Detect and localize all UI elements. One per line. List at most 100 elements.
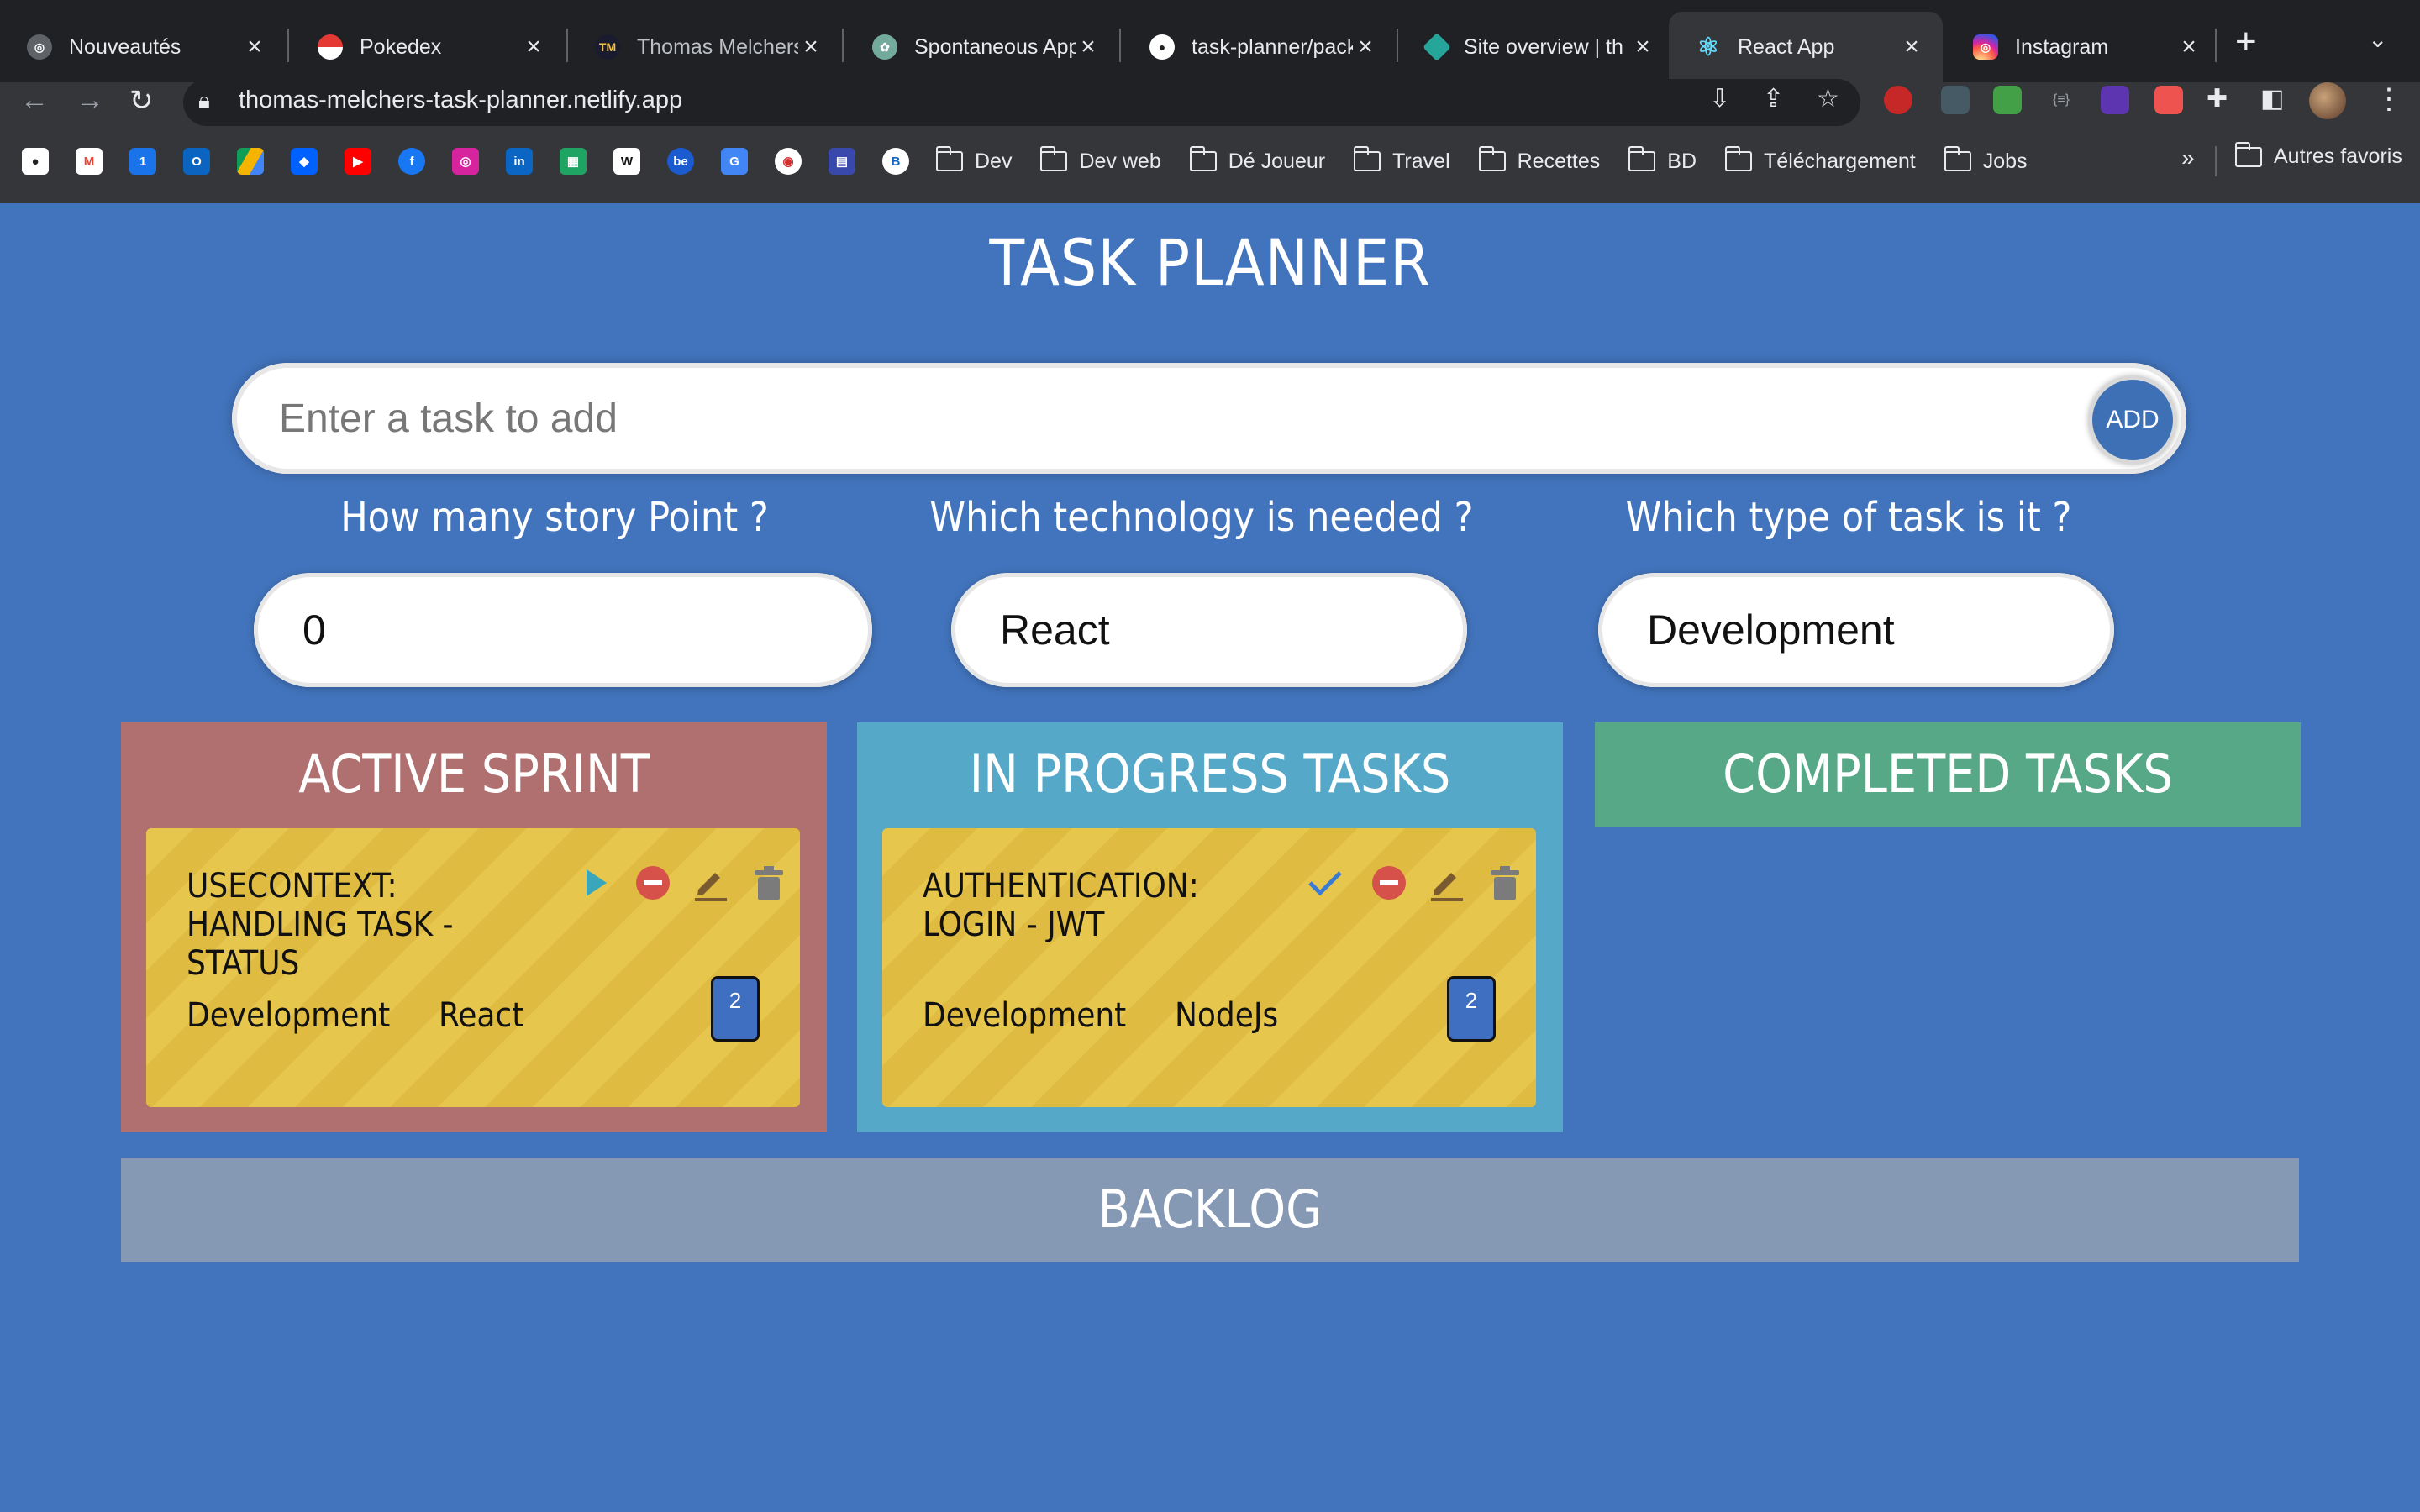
story-points-label: How many story Point ? <box>340 494 769 541</box>
menu-kebab-icon[interactable]: ⋮ <box>2375 82 2403 116</box>
complete-task-check-icon[interactable] <box>1306 864 1344 902</box>
bookmark-folder-dev[interactable]: Dev <box>936 146 1012 174</box>
folder-icon <box>1628 146 1656 171</box>
pokeball-icon <box>318 34 343 60</box>
add-task-button[interactable]: ADD <box>2089 376 2176 464</box>
gmail-icon[interactable]: M <box>76 148 103 175</box>
install-app-icon[interactable]: ⇩ <box>1709 84 1730 113</box>
remove-from-sprint-icon[interactable] <box>634 864 672 902</box>
linkedin-icon[interactable]: in <box>506 148 533 175</box>
facebook-icon[interactable]: f <box>398 148 425 175</box>
task-card[interactable]: USECONTEXT: HANDLING TASK - STATUS Devel… <box>146 828 800 1107</box>
close-icon[interactable]: × <box>1630 33 1655 61</box>
start-task-play-icon[interactable] <box>576 864 615 902</box>
color-picker-extension-icon[interactable] <box>1941 86 1970 114</box>
side-panel-icon[interactable]: ◧ <box>2260 84 2284 113</box>
reddit-icon[interactable]: ◉ <box>775 148 802 175</box>
remove-from-progress-icon[interactable] <box>1370 864 1408 902</box>
tab-site-overview[interactable]: Site overview | th × <box>1400 12 1674 82</box>
tab-task-planner-github[interactable]: ● task-planner/pack × <box>1123 12 1397 82</box>
translate-extension-icon[interactable] <box>1993 86 2022 114</box>
behance-icon[interactable]: be <box>667 148 694 175</box>
bookmarks-overflow-button[interactable]: » <box>2181 144 2195 171</box>
task-input[interactable] <box>279 391 2044 445</box>
story-points-badge: 2 <box>711 976 760 1042</box>
technology-select[interactable]: React <box>951 573 1467 687</box>
stack-extension-icon[interactable] <box>2101 86 2129 114</box>
tab-pokedex[interactable]: Pokedex × <box>291 12 565 82</box>
ublock-extension-icon[interactable] <box>1884 86 1912 114</box>
bookmark-star-icon[interactable]: ☆ <box>1817 84 1839 113</box>
story-points-select[interactable]: 0 <box>254 573 872 687</box>
tm-icon: TM <box>595 34 620 60</box>
bookmarks-separator <box>2215 146 2217 176</box>
tab-spontaneous-app[interactable]: ✿ Spontaneous App × <box>845 12 1119 82</box>
bookmark-folder-dev-web[interactable]: Dev web <box>1040 146 1161 174</box>
close-icon[interactable]: × <box>242 33 267 61</box>
column-title: ACTIVE SPRINT <box>298 743 650 805</box>
bookmark-folder-label: Téléchargement <box>1764 149 1916 173</box>
record-extension-icon[interactable] <box>2154 86 2183 114</box>
instagram-icon[interactable]: ◎ <box>452 148 479 175</box>
edit-pencil-icon[interactable] <box>691 864 729 902</box>
bookmark-folder-travel[interactable]: Travel <box>1354 146 1450 174</box>
close-icon[interactable]: × <box>798 33 823 61</box>
instagram-icon: ◎ <box>1973 34 1998 60</box>
bookmark-app-icon[interactable]: ▤ <box>829 148 855 175</box>
profile-avatar[interactable] <box>2309 82 2346 119</box>
close-icon[interactable]: × <box>521 33 546 61</box>
drive-icon[interactable] <box>237 148 264 175</box>
tab-nouveautes[interactable]: ◎ Nouveautés × <box>0 12 286 82</box>
url-text[interactable]: thomas-melchers-task-planner.netlify.app <box>239 87 682 114</box>
json-extension-icon[interactable]: {≡} <box>2047 86 2075 114</box>
tab-search-chevron-icon[interactable]: ⌄ <box>2368 25 2387 53</box>
bookmark-folder-telechargement[interactable]: Téléchargement <box>1725 146 1916 174</box>
sheets-icon[interactable]: ▦ <box>560 148 587 175</box>
close-icon[interactable]: × <box>1899 33 1924 61</box>
back-arrow-icon[interactable]: ← <box>20 84 49 117</box>
task-type: Development <box>923 996 1127 1035</box>
booking-icon[interactable]: B <box>882 148 909 175</box>
backlog-section[interactable]: BACKLOG <box>121 1158 2299 1262</box>
forward-arrow-icon[interactable]: → <box>76 84 104 117</box>
tab-react-app[interactable]: ⚛ React App × <box>1669 12 1943 82</box>
bookmark-folder-bd[interactable]: BD <box>1628 146 1697 174</box>
in-progress-column: IN PROGRESS TASKS AUTHENTICATION: LOGIN … <box>857 722 1563 1132</box>
tab-title: Spontaneous App <box>914 34 1076 59</box>
outlook-icon[interactable]: O <box>183 148 210 175</box>
task-card[interactable]: AUTHENTICATION: LOGIN - JWT Development … <box>882 828 1536 1107</box>
bookmark-folder-jobs[interactable]: Jobs <box>1944 146 2028 174</box>
tab-instagram[interactable]: ◎ Instagram × <box>1946 12 2220 82</box>
extensions-puzzle-icon[interactable]: ✚ <box>2207 84 2228 113</box>
wikipedia-icon[interactable]: W <box>613 148 640 175</box>
delete-trash-icon[interactable] <box>750 864 788 902</box>
dropbox-icon[interactable]: ◆ <box>291 148 318 175</box>
tab-separator <box>2215 29 2217 62</box>
google-translate-icon[interactable]: G <box>721 148 748 175</box>
task-type-select[interactable]: Development <box>1598 573 2114 687</box>
reload-icon[interactable]: ↻ <box>129 84 154 118</box>
delete-trash-icon[interactable] <box>1486 864 1524 902</box>
calendar-icon[interactable]: 1 <box>129 148 156 175</box>
page-title: TASK PLANNER <box>989 225 1431 300</box>
tab-separator <box>1119 29 1121 62</box>
folder-icon <box>2235 141 2262 167</box>
close-icon[interactable]: × <box>1076 33 1101 61</box>
youtube-icon[interactable]: ▶ <box>345 148 371 175</box>
bookmark-folder-label: BD <box>1667 149 1697 173</box>
share-icon[interactable]: ⇪ <box>1763 84 1784 113</box>
other-bookmarks-folder[interactable]: Autres favoris <box>2235 141 2402 169</box>
tab-separator <box>842 29 844 62</box>
tab-title: Site overview | th <box>1464 34 1623 59</box>
bookmark-folder-recettes[interactable]: Recettes <box>1478 146 1600 174</box>
tab-title: Instagram <box>2015 34 2109 59</box>
bookmark-folder-de-joueur[interactable]: Dé Joueur <box>1189 146 1325 174</box>
close-icon[interactable]: × <box>2176 33 2202 61</box>
github-icon[interactable]: ● <box>22 148 49 175</box>
tab-thomas-melchers[interactable]: TM Thomas Melchers × <box>568 12 842 82</box>
technology-label: Which technology is needed ? <box>929 494 1474 541</box>
edit-pencil-icon[interactable] <box>1427 864 1465 902</box>
lock-icon[interactable]: 🔒︎ <box>198 87 210 114</box>
close-icon[interactable]: × <box>1353 33 1378 61</box>
new-tab-button[interactable]: + <box>2235 24 2257 60</box>
